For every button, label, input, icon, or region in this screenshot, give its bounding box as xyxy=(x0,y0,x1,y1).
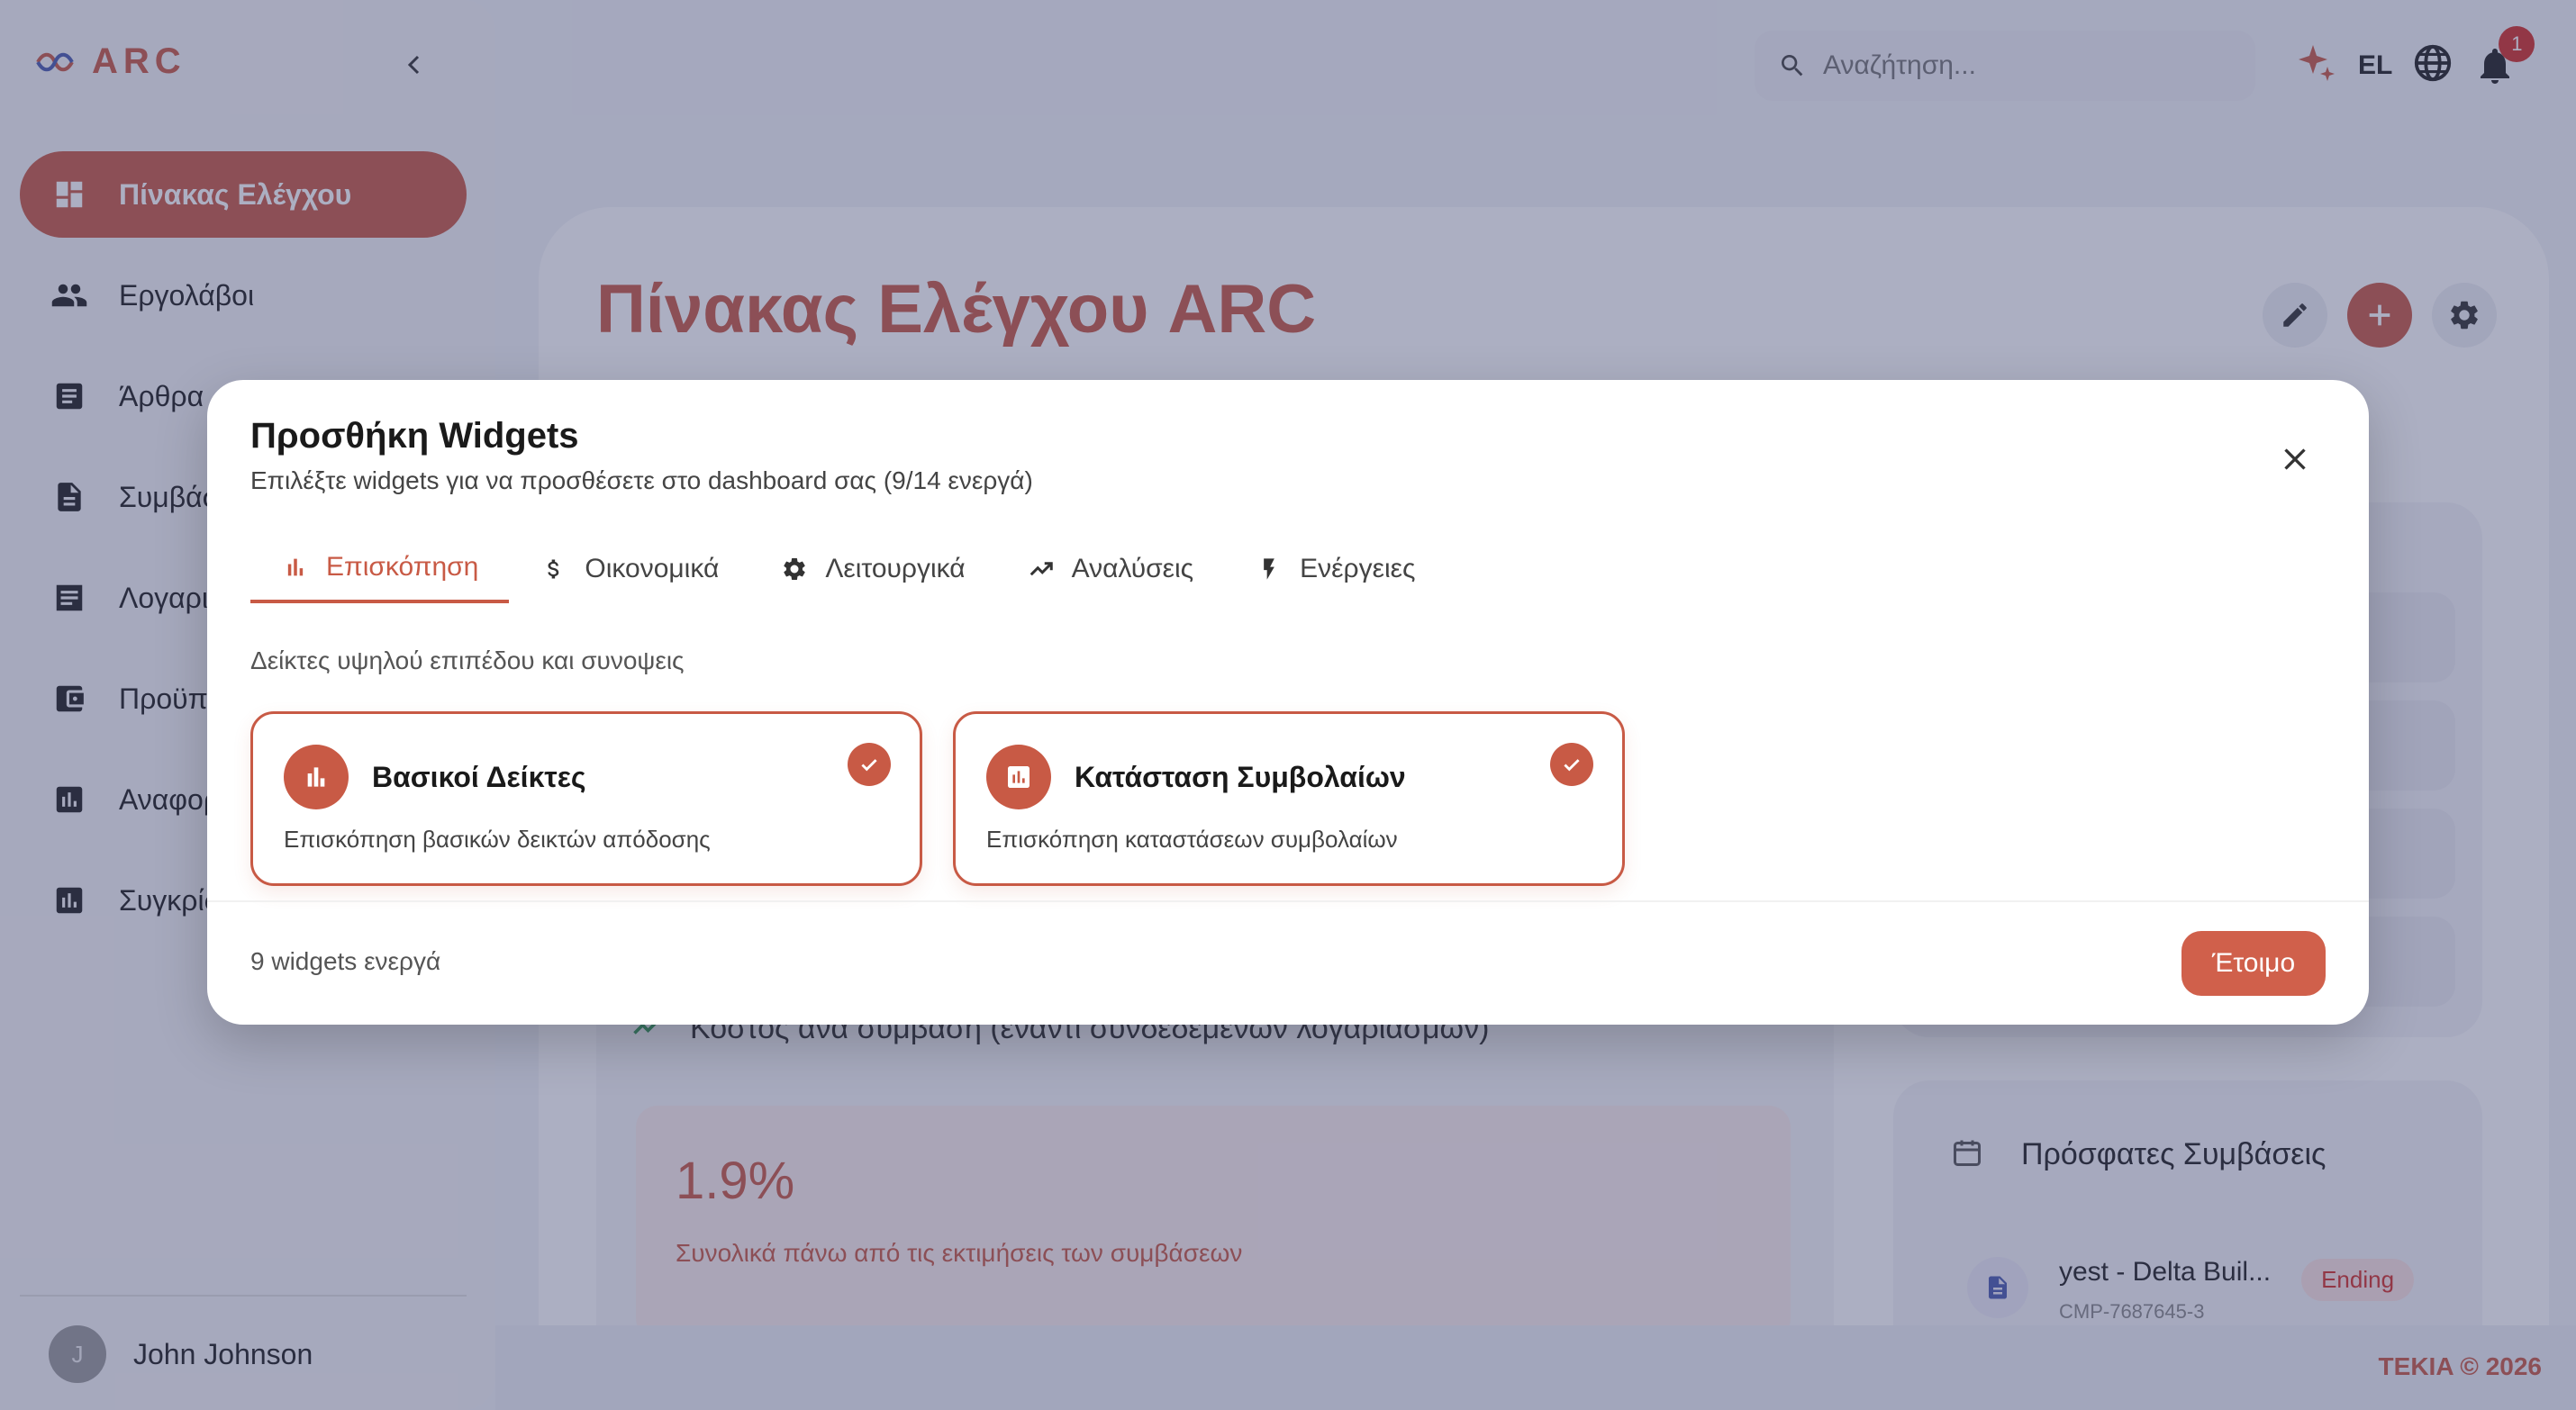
tab-actions[interactable]: Ενέργειες xyxy=(1224,535,1446,603)
dialog-divider xyxy=(207,900,2369,902)
check-icon xyxy=(848,743,891,786)
dialog-subtitle: Επιλέξτε widgets για να προσθέσετε στο d… xyxy=(250,466,1033,494)
bar-chart-icon xyxy=(284,745,349,809)
dialog-title: Προσθήκη Widgets xyxy=(250,416,579,456)
tab-label: Επισκόπηση xyxy=(326,552,479,582)
close-icon xyxy=(2284,448,2306,470)
tab-label: Οικονομικά xyxy=(585,554,720,583)
bar-chart-icon xyxy=(281,553,310,582)
widget-card-title: Κατάσταση Συμβολαίων xyxy=(1075,761,1406,793)
tab-overview[interactable]: Επισκόπηση xyxy=(250,535,510,603)
widget-category-tabs: Επισκόπηση Οικονομικά Λειτουργικά Αναλύσ… xyxy=(250,535,1446,621)
widget-card-title: Βασικοί Δείκτες xyxy=(372,761,586,793)
active-widgets-count: 9 widgets ενεργά xyxy=(250,947,441,975)
section-description: Δείκτες υψηλού επιπέδου και συνοψεις xyxy=(250,646,685,674)
widget-options: Βασικοί Δείκτες Επισκόπηση βασικών δεικτ… xyxy=(250,711,1625,886)
tab-label: Λειτουργικά xyxy=(825,554,966,583)
add-widgets-dialog: Προσθήκη Widgets Επιλέξτε widgets για να… xyxy=(207,380,2369,1025)
tab-operational[interactable]: Λειτουργικά xyxy=(749,535,995,603)
tab-label: Ενέργειες xyxy=(1300,554,1416,583)
widget-card-key-indicators[interactable]: Βασικοί Δείκτες Επισκόπηση βασικών δεικτ… xyxy=(250,711,922,886)
dollar-icon xyxy=(540,555,568,583)
tab-financial[interactable]: Οικονομικά xyxy=(509,535,749,603)
widget-card-description: Επισκόπηση καταστάσεων συμβολαίων xyxy=(986,826,1398,853)
tab-analyses[interactable]: Αναλύσεις xyxy=(996,535,1225,603)
trending-up-icon xyxy=(1027,555,1056,583)
done-button[interactable]: Έτοιμο xyxy=(2181,931,2326,996)
widget-card-contract-status[interactable]: Κατάσταση Συμβολαίων Επισκόπηση καταστάσ… xyxy=(953,711,1625,886)
gear-icon xyxy=(780,555,809,583)
close-button[interactable] xyxy=(2272,436,2318,483)
chart-box-icon xyxy=(986,745,1051,809)
widget-card-description: Επισκόπηση βασικών δεικτών απόδοσης xyxy=(284,826,711,853)
tab-label: Αναλύσεις xyxy=(1071,554,1194,583)
check-icon xyxy=(1550,743,1593,786)
bolt-icon xyxy=(1255,555,1283,583)
